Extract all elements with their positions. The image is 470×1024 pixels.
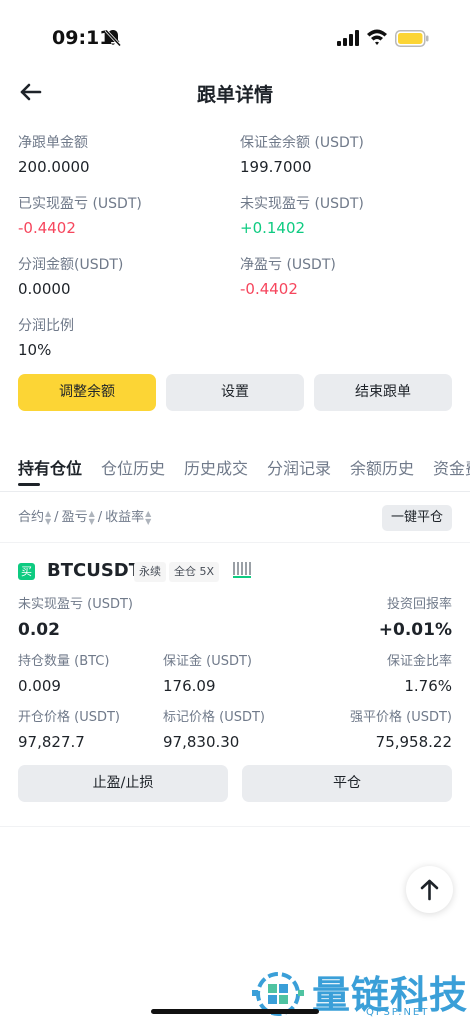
stat-label: 净盈亏 (USDT) <box>240 257 336 273</box>
divider <box>0 542 470 543</box>
liquidation-price-label: 强平价格 (USDT) <box>350 710 452 725</box>
perpetual-tag: 永续 <box>134 562 166 582</box>
sort-pnl[interactable]: 盈亏▲ ▼ <box>62 506 95 526</box>
chart-bars-icon[interactable] <box>233 562 251 578</box>
tab-open-positions[interactable]: 持有仓位 <box>18 455 82 479</box>
sort-label: 盈亏 <box>61 510 88 525</box>
sort-arrows-icon: ▲ ▼ <box>145 508 152 526</box>
buy-side-badge: 买 <box>18 563 35 580</box>
size-value: 0.009 <box>18 677 61 695</box>
sort-row: 合约▲ ▼ / 盈亏▲ ▼ / 收益率▲ ▼ <box>18 506 151 530</box>
tab-trade-history[interactable]: 历史成交 <box>184 455 248 479</box>
scroll-to-top-button[interactable] <box>406 866 453 913</box>
margin-label: 保证金 (USDT) <box>163 654 252 669</box>
entry-price-value: 97,827.7 <box>18 733 85 751</box>
watermark: 量链科技 QFSP.NET <box>250 964 470 1024</box>
watermark-subtext: QFSP.NET <box>366 1007 430 1018</box>
unrealized-pnl-value: 0.02 <box>18 620 60 640</box>
stat-value: 0.0000 <box>18 280 71 298</box>
end-copy-button[interactable]: 结束跟单 <box>314 374 452 411</box>
tab-position-history[interactable]: 仓位历史 <box>101 455 165 479</box>
liquidation-price-value: 75,958.22 <box>375 733 452 751</box>
settings-button[interactable]: 设置 <box>166 374 304 411</box>
margin-ratio-value: 1.76% <box>404 677 452 695</box>
stat-value: +0.1402 <box>240 219 306 237</box>
arrow-up-icon <box>420 879 439 901</box>
home-indicator[interactable] <box>151 1009 319 1014</box>
page-title: 跟单详情 <box>196 84 273 106</box>
tp-sl-button[interactable]: 止盈/止损 <box>18 765 228 802</box>
margin-value: 176.09 <box>163 677 216 695</box>
tab-balance-history[interactable]: 余额历史 <box>350 455 414 479</box>
divider <box>0 826 470 827</box>
sort-label: 收益率 <box>105 510 145 525</box>
margin-mode-tag: 全仓 5X <box>169 562 220 582</box>
stat-value: -0.4402 <box>18 219 76 237</box>
sort-contract[interactable]: 合约▲ ▼ <box>18 506 51 526</box>
stat-label: 保证金余额 (USDT) <box>240 135 364 151</box>
stat-label: 未实现盈亏 (USDT) <box>240 196 364 212</box>
close-position-button[interactable]: 平仓 <box>242 765 452 802</box>
stat-value: -0.4402 <box>240 280 298 298</box>
status-time: 09:11 <box>52 27 113 49</box>
battery-icon <box>395 30 429 47</box>
tab-profit-share-records[interactable]: 分润记录 <box>267 455 331 479</box>
stat-value: 200.0000 <box>18 158 90 176</box>
tab-funding-fee[interactable]: 资金费 <box>433 455 470 479</box>
margin-ratio-label: 保证金比率 <box>386 654 452 669</box>
wifi-icon <box>367 29 387 45</box>
stat-label: 净跟单金额 <box>18 135 88 151</box>
sort-roi[interactable]: 收益率▲ ▼ <box>105 506 151 526</box>
stat-unrealized-pnl: 未实现盈亏 (USDT) +0.1402 <box>240 195 450 238</box>
stat-profit-share-ratio: 分润比例 10% <box>18 317 228 360</box>
nav-bar: 跟单详情 <box>0 72 470 112</box>
stat-profit-share-amount: 分润金额(USDT) 0.0000 <box>18 256 228 299</box>
mark-price-label: 标记价格 (USDT) <box>163 710 265 725</box>
cellular-signal-icon <box>337 30 359 46</box>
sort-label: 合约 <box>18 510 45 525</box>
stat-label: 已实现盈亏 (USDT) <box>18 196 142 212</box>
mark-price-value: 97,830.30 <box>163 733 240 751</box>
sort-arrows-icon: ▲ ▼ <box>88 508 95 526</box>
stat-label: 分润金额(USDT) <box>18 257 124 273</box>
roi-label: 投资回报率 <box>386 597 452 612</box>
sort-arrows-icon: ▲ ▼ <box>45 508 52 526</box>
stat-value: 10% <box>18 341 52 359</box>
divider <box>0 491 470 492</box>
position-symbol[interactable]: BTCUSDT <box>47 560 141 581</box>
close-all-button[interactable]: 一键平仓 <box>382 505 452 531</box>
status-bar: 09:11 <box>0 0 470 62</box>
adjust-balance-button[interactable]: 调整余额 <box>18 374 156 411</box>
stat-realized-pnl: 已实现盈亏 (USDT) -0.4402 <box>18 195 228 238</box>
stat-net-copy-amount: 净跟单金额 200.0000 <box>18 134 228 177</box>
stat-value: 199.7000 <box>240 158 312 176</box>
stat-margin-balance: 保证金余额 (USDT) 199.7000 <box>240 134 450 177</box>
stat-net-pnl: 净盈亏 (USDT) -0.4402 <box>240 256 450 299</box>
unrealized-pnl-label: 未实现盈亏 (USDT) <box>18 597 133 612</box>
bell-off-icon <box>105 29 121 47</box>
tab-bar: 持有仓位 仓位历史 历史成交 分润记录 余额历史 资金费 <box>0 455 470 491</box>
size-label: 持仓数量 (BTC) <box>18 654 110 669</box>
active-tab-indicator <box>18 483 40 486</box>
roi-value: +0.01% <box>378 620 452 640</box>
stat-label: 分润比例 <box>18 318 74 334</box>
entry-price-label: 开仓价格 (USDT) <box>18 710 120 725</box>
